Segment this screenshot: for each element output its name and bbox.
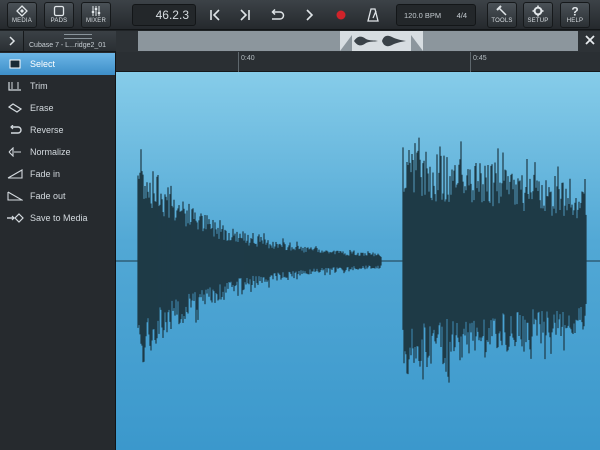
audio-waveform bbox=[116, 137, 600, 383]
overview-visible-range[interactable] bbox=[340, 31, 423, 51]
mixer-button[interactable]: MIXER bbox=[81, 2, 111, 28]
pads-label: PADS bbox=[50, 18, 68, 24]
skip-back-icon bbox=[210, 9, 220, 21]
ruler-tick bbox=[238, 52, 239, 72]
mixer-icon bbox=[91, 6, 101, 16]
pads-icon bbox=[53, 5, 65, 17]
clip-name-tab[interactable]: Cubase 7 - L...ridge2_01 bbox=[24, 31, 116, 52]
close-icon bbox=[585, 35, 595, 45]
play-button[interactable] bbox=[298, 4, 320, 26]
position-display[interactable]: 46.2.3 bbox=[132, 4, 196, 26]
tempo-display[interactable]: 120.0 BPM 4/4 bbox=[396, 4, 476, 26]
sidebar-item-label: Trim bbox=[30, 81, 48, 91]
media-icon bbox=[16, 5, 28, 17]
ruler-label-2: 0:45 bbox=[473, 55, 487, 62]
sidebar-item-select[interactable]: Select bbox=[0, 53, 115, 75]
waveform-shape bbox=[116, 137, 600, 383]
pads-button[interactable]: PADS bbox=[44, 2, 74, 28]
cycle-button[interactable] bbox=[266, 4, 288, 26]
sidebar-item-trim[interactable]: Trim bbox=[0, 75, 115, 97]
loop-icon bbox=[271, 9, 285, 20]
waveform-editor[interactable] bbox=[116, 72, 600, 450]
help-label: HELP bbox=[566, 18, 584, 24]
erase-icon bbox=[0, 103, 30, 113]
ruler-tick bbox=[470, 52, 471, 72]
sidebar-item-erase[interactable]: Erase bbox=[0, 97, 115, 119]
sidebar-item-label: Normalize bbox=[30, 147, 71, 157]
reverse-icon bbox=[0, 125, 30, 135]
sidebar-item-normalize[interactable]: Normalize bbox=[0, 141, 115, 163]
setup-label: SETUP bbox=[527, 18, 549, 24]
time-ruler[interactable]: 0:40 0:45 bbox=[116, 52, 600, 72]
ruler-label-1: 0:40 bbox=[241, 55, 255, 62]
help-button[interactable]: ? HELP bbox=[560, 2, 590, 28]
fade-out-icon bbox=[0, 191, 30, 201]
tools-button[interactable]: TOOLS bbox=[487, 2, 517, 28]
tempo-value: 120.0 BPM bbox=[404, 10, 442, 20]
edit-tools-sidebar: Select Trim Erase Reverse Normalize Fade… bbox=[0, 52, 116, 450]
chevron-right-icon bbox=[8, 36, 15, 46]
go-to-end-button[interactable] bbox=[234, 4, 256, 26]
mixer-label: MIXER bbox=[85, 18, 106, 24]
sidebar-item-fade-in[interactable]: Fade in bbox=[0, 163, 115, 185]
sidebar-item-save-to-media[interactable]: Save to Media bbox=[0, 207, 115, 229]
gear-icon bbox=[532, 5, 544, 17]
close-editor-button[interactable] bbox=[582, 32, 598, 48]
select-icon bbox=[0, 59, 30, 69]
media-label: MEDIA bbox=[11, 18, 32, 24]
mini-waveform bbox=[340, 35, 423, 51]
sidebar-item-fade-out[interactable]: Fade out bbox=[0, 185, 115, 207]
fade-in-icon bbox=[0, 169, 30, 179]
normalize-icon bbox=[0, 147, 30, 157]
top-toolbar: MEDIA PADS MIXER 46.2.3 120.0 BPM 4/4 TO… bbox=[0, 0, 600, 30]
go-to-start-button[interactable] bbox=[204, 4, 226, 26]
question-icon: ? bbox=[571, 5, 578, 17]
tools-label: TOOLS bbox=[491, 18, 513, 24]
sidebar-toggle-button[interactable] bbox=[0, 31, 24, 52]
sidebar-item-label: Fade out bbox=[30, 191, 66, 201]
hammer-icon bbox=[496, 5, 507, 16]
sidebar-item-label: Reverse bbox=[30, 125, 64, 135]
trim-icon bbox=[0, 81, 30, 91]
sidebar-item-label: Save to Media bbox=[30, 213, 88, 223]
sidebar-item-label: Erase bbox=[30, 103, 54, 113]
metronome-button[interactable] bbox=[362, 4, 384, 26]
clip-name: Cubase 7 - L...ridge2_01 bbox=[29, 42, 107, 49]
svg-text:?: ? bbox=[571, 5, 578, 17]
skip-forward-icon bbox=[240, 9, 250, 21]
position-value: 46.2.3 bbox=[155, 8, 189, 22]
media-button[interactable]: MEDIA bbox=[7, 2, 37, 28]
record-button[interactable] bbox=[330, 4, 352, 26]
save-to-media-icon bbox=[0, 213, 30, 223]
sidebar-item-label: Select bbox=[30, 59, 56, 69]
time-signature: 4/4 bbox=[456, 10, 467, 20]
sidebar-item-reverse[interactable]: Reverse bbox=[0, 119, 115, 141]
metronome-icon bbox=[367, 8, 379, 22]
sidebar-item-label: Fade in bbox=[30, 169, 61, 179]
play-icon bbox=[306, 9, 314, 21]
setup-button[interactable]: SETUP bbox=[523, 2, 553, 28]
record-icon bbox=[336, 10, 346, 20]
grip-handle bbox=[64, 34, 92, 39]
